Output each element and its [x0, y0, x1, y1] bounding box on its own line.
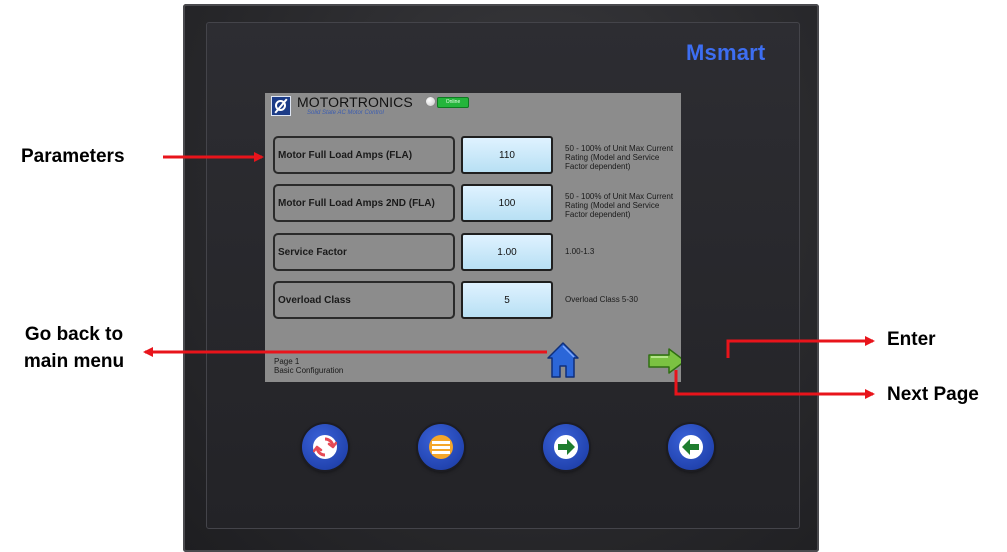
parameter-name-button[interactable]: Overload Class [273, 281, 455, 319]
parameter-description: 1.00-1.3 [565, 247, 595, 256]
parameter-name-button[interactable]: Motor Full Load Amps (FLA) [273, 136, 455, 174]
home-icon[interactable] [546, 341, 580, 379]
parameters-callout: Parameters [21, 146, 125, 167]
parameter-description: Overload Class 5-30 [565, 295, 638, 304]
parameter-value-field[interactable]: 100 [461, 184, 553, 222]
page-number: Page 1 [274, 357, 300, 366]
parameter-description: 50 - 100% of Unit Max Current Rating (Mo… [565, 192, 674, 219]
parameter-value-field[interactable]: 1.00 [461, 233, 553, 271]
parameter-row: Overload Class 5 Overload Class 5-30 [265, 281, 681, 321]
next-page-callout: Next Page [887, 384, 979, 405]
hw-menu-button[interactable] [418, 424, 464, 470]
hw-next-button[interactable] [543, 424, 589, 470]
go-back-callout-line2: main menu [23, 351, 125, 372]
arrow-right-icon[interactable] [647, 347, 681, 375]
brand-logo: Msmart [686, 40, 766, 65]
hmi-screen: MOTORTRONICS Solid State AC Motor Contro… [265, 93, 681, 382]
parameter-value-field[interactable]: 110 [461, 136, 553, 174]
parameter-row: Motor Full Load Amps 2ND (FLA) 100 50 - … [265, 184, 681, 224]
motortronics-logo-icon [271, 96, 291, 116]
company-tagline: Solid State AC Motor Control [307, 110, 384, 116]
parameter-name-button[interactable]: Service Factor [273, 233, 455, 271]
go-back-callout-line1: Go back to [24, 324, 124, 345]
page-title: Basic Configuration [274, 366, 344, 375]
parameter-name-button[interactable]: Motor Full Load Amps 2ND (FLA) [273, 184, 455, 222]
status-indicator-icon [425, 96, 436, 107]
menu-icon [429, 435, 453, 459]
arrow-right-icon [554, 435, 578, 459]
hw-refresh-button[interactable] [302, 424, 348, 470]
parameter-row: Motor Full Load Amps (FLA) 110 50 - 100%… [265, 136, 681, 176]
status-badge: Online [437, 97, 469, 108]
hw-back-button[interactable] [668, 424, 714, 470]
arrow-left-icon [679, 435, 703, 459]
parameter-description: 50 - 100% of Unit Max Current Rating (Mo… [565, 144, 674, 171]
parameter-value-field[interactable]: 5 [461, 281, 553, 319]
enter-callout: Enter [887, 329, 936, 350]
refresh-icon [312, 435, 338, 459]
parameter-row: Service Factor 1.00 1.00-1.3 [265, 233, 681, 273]
company-name: MOTORTRONICS [297, 94, 413, 110]
